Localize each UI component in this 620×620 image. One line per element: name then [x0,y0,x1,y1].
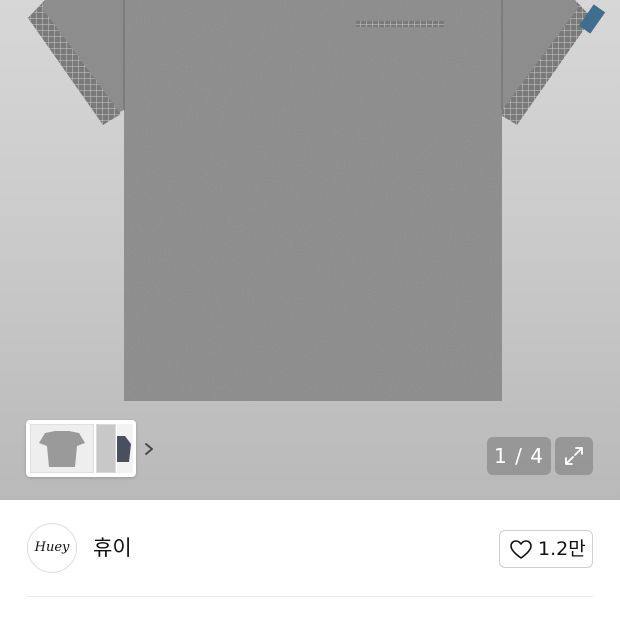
thumbnail-strip[interactable] [26,420,153,477]
shop-logo[interactable]: Huey [27,523,77,573]
image-counter: 1 / 4 [487,437,551,475]
section-divider [27,596,593,597]
shop-info-row: Huey 휴이 1.2만 [0,500,620,600]
chevron-right-icon[interactable] [138,436,160,462]
like-button[interactable]: 1.2만 [499,530,593,568]
thumbnail-gray-tshirt[interactable] [30,424,94,473]
shop-name[interactable]: 휴이 [93,534,132,562]
thumbnail-white-tshirt[interactable] [96,424,116,473]
like-count: 1.2만 [538,538,586,560]
product-image-gallery[interactable]: 1 / 4 [0,0,620,500]
thumbnail-navy-tshirt[interactable] [117,424,133,473]
heart-outline-icon [510,540,532,559]
expand-button[interactable] [555,437,593,475]
expand-icon [565,447,583,465]
